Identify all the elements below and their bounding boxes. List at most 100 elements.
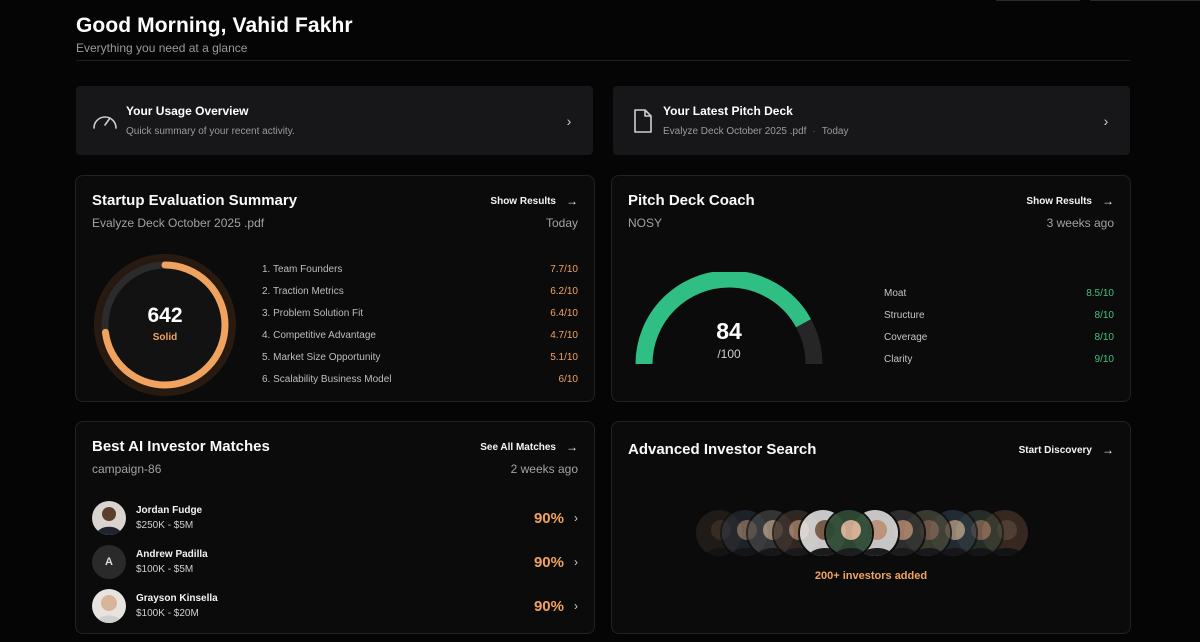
coach-metric-label: Coverage	[884, 331, 928, 343]
coach-metric-value: 8.5/10	[1086, 287, 1114, 299]
avatar	[92, 589, 126, 623]
coach-title: Pitch Deck Coach	[628, 192, 755, 209]
investor-row[interactable]: Jordan Fudge $250K - $5M 90% ›	[92, 500, 578, 536]
start-discovery-button[interactable]: Start Discovery →	[1019, 443, 1114, 457]
evaluation-filename: Evalyze Deck October 2025 .pdf	[92, 216, 265, 230]
coach-metric-label: Structure	[884, 309, 925, 321]
coach-metric-row: Structure 8/10	[884, 304, 1114, 326]
latest-pitch-deck-meta: Evalyze Deck October 2025 .pdf · Today	[663, 126, 1096, 137]
show-results-label: Show Results	[490, 195, 556, 207]
show-results-button[interactable]: Show Results →	[1026, 194, 1114, 208]
metric-value: 5.1/10	[550, 351, 578, 363]
matches-campaign: campaign-86	[92, 462, 162, 476]
coach-metric-row: Moat 8.5/10	[884, 282, 1114, 304]
coach-metric-label: Moat	[884, 287, 907, 299]
separator-dot: ·	[812, 126, 816, 137]
match-percentage: 90%	[533, 553, 564, 571]
chevron-right-icon[interactable]: ›	[1096, 113, 1116, 129]
investor-name: Jordan Fudge	[136, 505, 203, 516]
chevron-right-icon[interactable]: ›	[574, 511, 578, 525]
pitch-deck-coach-card: Pitch Deck Coach Show Results → NOSY 3 w…	[611, 175, 1131, 402]
metric-label: 2. Traction Metrics	[262, 285, 344, 297]
arrow-right-icon: →	[566, 440, 578, 454]
metric-value: 6.2/10	[550, 285, 578, 297]
investor-row[interactable]: Grayson Kinsella $100K - $20M 90% ›	[92, 588, 578, 624]
startup-evaluation-card: Startup Evaluation Summary Show Results …	[75, 175, 595, 402]
metric-label: 5. Market Size Opportunity	[262, 351, 381, 363]
evaluation-score-ring: 642 Solid	[92, 252, 238, 398]
chevron-right-icon[interactable]: ›	[574, 599, 578, 613]
pitch-deck-date: Today	[821, 126, 849, 137]
usage-overview-subtitle: Quick summary of your recent activity.	[126, 126, 295, 137]
start-discovery-label: Start Discovery	[1018, 444, 1092, 456]
match-percentage: 90%	[533, 597, 564, 615]
metric-label: 3. Problem Solution Fit	[262, 307, 364, 319]
metric-label: 1. Team Founders	[262, 263, 343, 275]
metric-value: 6/10	[558, 373, 578, 385]
search-title: Advanced Investor Search	[628, 441, 817, 458]
speedometer-icon	[90, 106, 120, 136]
coach-score-suffix: /100	[717, 347, 741, 361]
chevron-right-icon[interactable]: ›	[574, 555, 578, 569]
show-results-button[interactable]: Show Results →	[490, 194, 578, 208]
coach-metric-value: 8/10	[1094, 309, 1114, 321]
evaluation-title: Startup Evaluation Summary	[92, 192, 298, 209]
match-percentage: 90%	[533, 509, 564, 527]
investor-range: $250K - $5M	[136, 520, 194, 531]
matches-title: Best AI Investor Matches	[92, 438, 270, 455]
metric-value: 6.4/10	[550, 307, 578, 319]
metric-row: 1. Team Founders 7.7/10	[262, 258, 578, 280]
pitch-deck-filename: Evalyze Deck October 2025 .pdf	[663, 126, 807, 137]
investor-search-card: Advanced Investor Search Start Discovery…	[611, 421, 1131, 634]
chevron-right-icon[interactable]: ›	[559, 113, 579, 129]
see-all-matches-button[interactable]: See All Matches →	[480, 440, 578, 454]
evaluation-score-label: Solid	[152, 332, 178, 343]
coach-score: 84	[716, 318, 742, 344]
evaluation-score: 642	[147, 304, 183, 327]
investor-avatar	[824, 508, 874, 558]
page-header: Good Morning, Vahid Fakhr Everything you…	[76, 14, 1130, 61]
arrow-right-icon: →	[1102, 443, 1114, 457]
latest-pitch-deck-title: Your Latest Pitch Deck	[663, 104, 793, 118]
coach-metric-label: Clarity	[884, 353, 913, 365]
page-subtitle: Everything you need at a glance	[76, 41, 248, 55]
coach-metric-row: Clarity 9/10	[884, 348, 1114, 370]
metric-value: 4.7/10	[550, 329, 578, 341]
metric-row: 4. Competitive Advantage 4.7/10	[262, 324, 578, 346]
metric-row: 2. Traction Metrics 6.2/10	[262, 280, 578, 302]
coach-date: 3 weeks ago	[1046, 216, 1114, 230]
coach-deck-name: NOSY	[628, 216, 663, 230]
investor-name: Grayson Kinsella	[136, 593, 218, 604]
arrow-right-icon: →	[1102, 194, 1114, 208]
coach-metrics-list: Moat 8.5/10 Structure 8/10 Coverage 8/10 Cl…	[884, 282, 1114, 370]
evaluation-metrics-list: 1. Team Founders 7.7/10 2. Traction Metri…	[262, 258, 578, 390]
top-divider-left	[996, 0, 1080, 1]
usage-overview-banner[interactable]: Your Usage Overview Quick summary of you…	[76, 86, 593, 155]
investors-added-count: 200+ investors added	[814, 570, 928, 582]
coach-score-gauge: 84 /100	[634, 270, 824, 372]
arrow-right-icon: →	[566, 194, 578, 208]
document-icon	[627, 106, 657, 136]
metric-row: 6. Scalability Business Model 6/10	[262, 368, 578, 390]
top-divider-right	[1090, 0, 1200, 1]
page-title: Good Morning, Vahid Fakhr	[76, 14, 353, 37]
coach-metric-row: Coverage 8/10	[884, 326, 1114, 348]
show-results-label: Show Results	[1026, 195, 1092, 207]
metric-label: 6. Scalability Business Model	[262, 373, 392, 385]
avatar: A	[92, 545, 126, 579]
latest-pitch-deck-banner[interactable]: Your Latest Pitch Deck Evalyze Deck Octo…	[613, 86, 1130, 155]
coach-metric-value: 8/10	[1094, 331, 1114, 343]
metric-label: 4. Competitive Advantage	[262, 329, 376, 341]
metric-row: 3. Problem Solution Fit 6.4/10	[262, 302, 578, 324]
investor-row[interactable]: A Andrew Padilla $100K - $5M 90% ›	[92, 544, 578, 580]
evaluation-date: Today	[545, 216, 578, 230]
metric-value: 7.7/10	[550, 263, 578, 275]
investor-range: $100K - $5M	[136, 564, 194, 575]
usage-overview-title: Your Usage Overview	[126, 104, 249, 118]
avatar	[92, 501, 126, 535]
see-all-matches-label: See All Matches	[480, 441, 556, 453]
investor-matches-card: Best AI Investor Matches See All Matches…	[75, 421, 595, 634]
investor-avatars-strip	[694, 508, 1048, 558]
investor-range: $100K - $20M	[136, 608, 199, 619]
coach-metric-value: 9/10	[1094, 353, 1114, 365]
